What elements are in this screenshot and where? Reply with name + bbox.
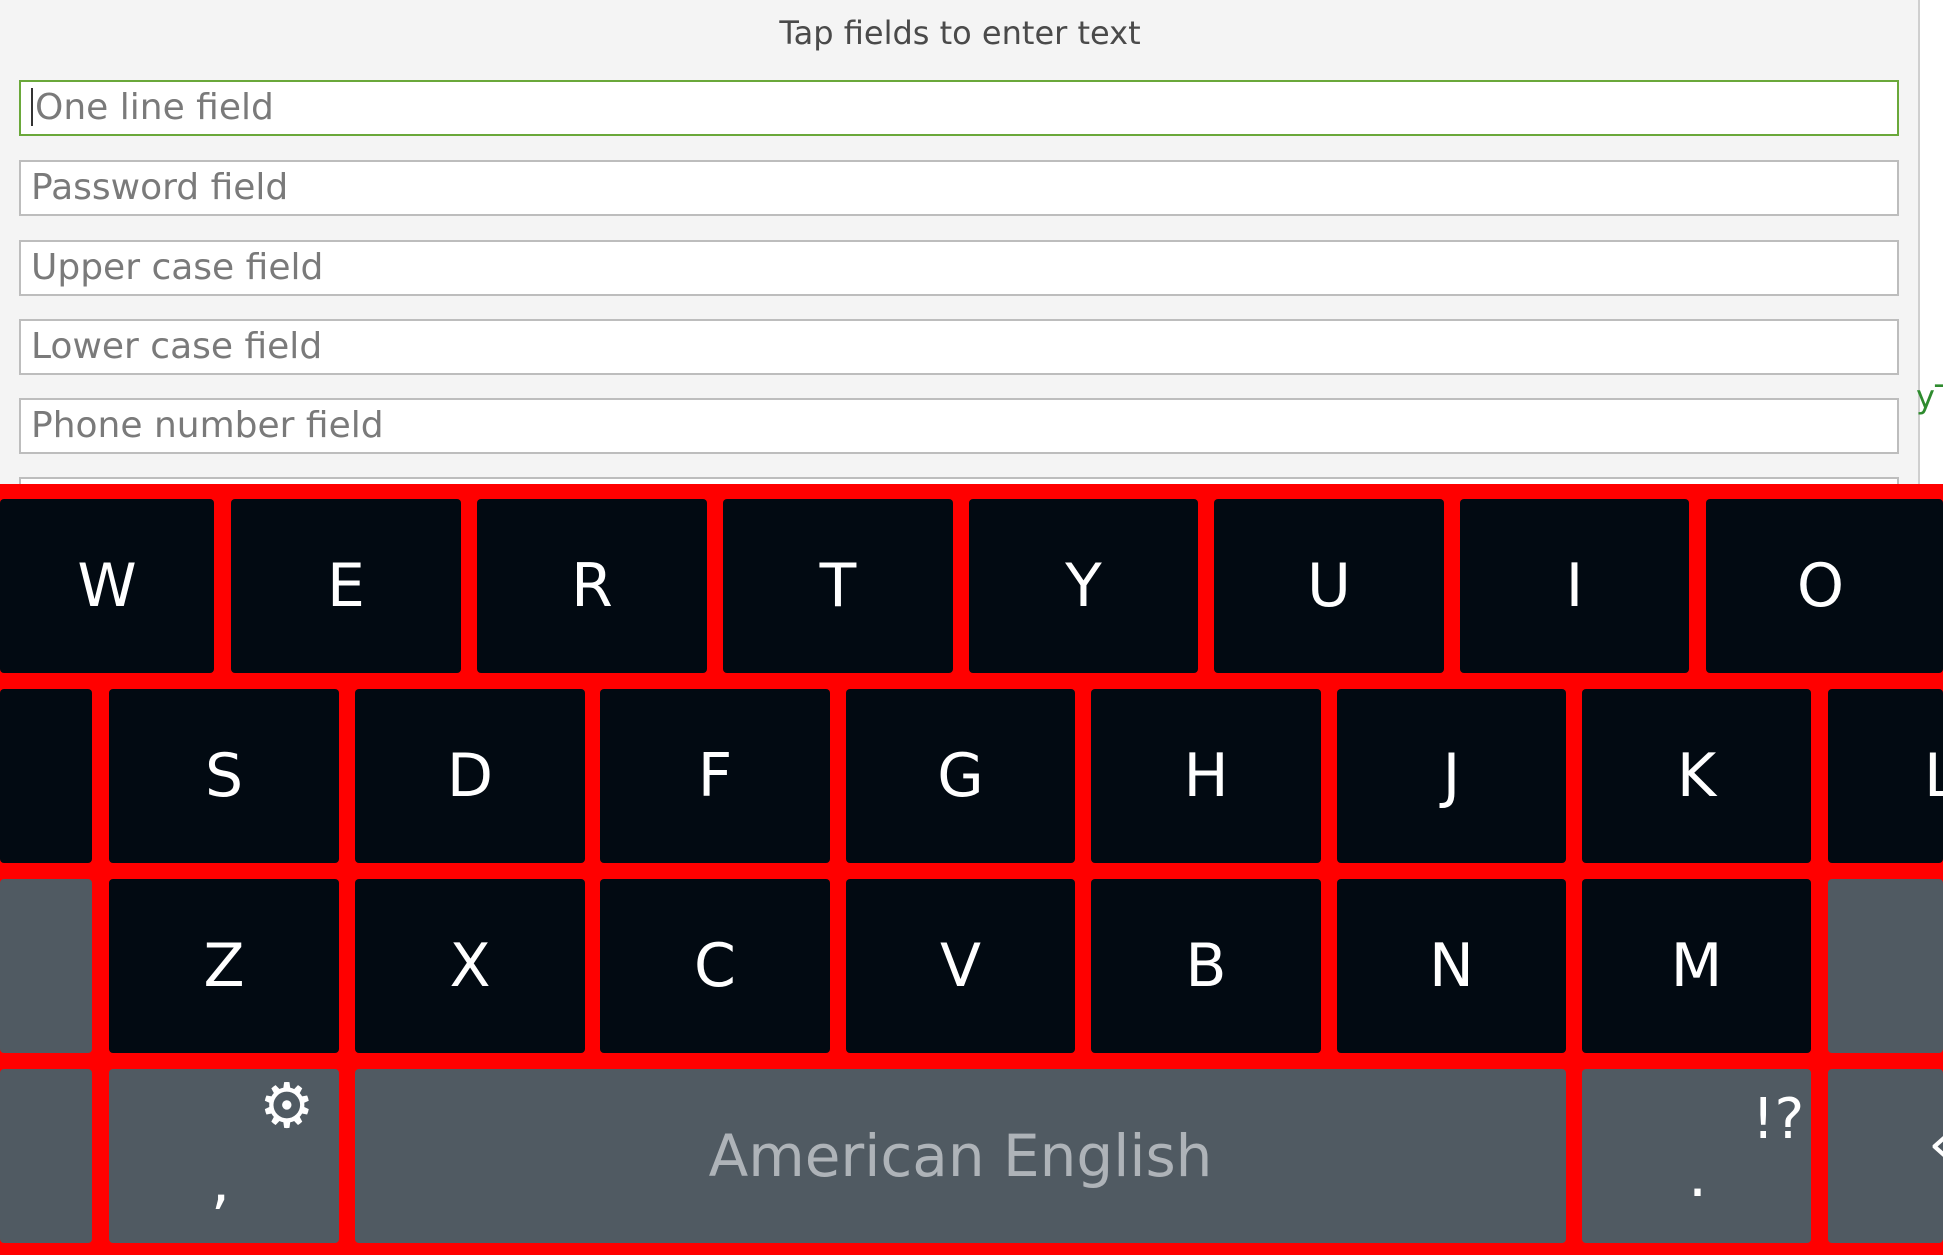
key-e[interactable]: E [231,499,461,673]
key-d[interactable]: D [355,689,585,863]
key-c[interactable]: C [600,879,830,1053]
enter-key-partial[interactable]: ‹ [1828,1069,1943,1243]
password-field[interactable]: Password field [19,160,1899,216]
key-l-partial[interactable]: L [1828,689,1943,863]
key-z[interactable]: Z [109,879,339,1053]
text-caret [31,88,33,126]
background-edge-text: yT [1916,378,1943,416]
lower-case-field[interactable]: Lower case field [19,319,1899,375]
key-w[interactable]: W [0,499,214,673]
key-k[interactable]: K [1582,689,1811,863]
phone-number-field[interactable]: Phone number field [19,398,1899,454]
one-line-field[interactable]: One line field [19,80,1899,136]
key-f[interactable]: F [600,689,830,863]
key-t[interactable]: T [723,499,953,673]
key-s[interactable]: S [109,689,339,863]
backspace-key-partial[interactable] [1828,879,1943,1053]
period-label: . [1688,1141,1708,1211]
period-punctuation-key[interactable]: !? . [1582,1069,1811,1243]
key-a-partial[interactable] [0,689,92,863]
space-bar[interactable]: American English [355,1069,1566,1243]
lower-case-field-placeholder: Lower case field [31,326,323,367]
key-r[interactable]: R [477,499,707,673]
upper-case-field[interactable]: Upper case field [19,240,1899,296]
key-h[interactable]: H [1091,689,1321,863]
next-field-partial[interactable] [19,477,1899,484]
key-u[interactable]: U [1214,499,1444,673]
shift-key-partial[interactable] [0,879,92,1053]
key-v[interactable]: V [846,879,1075,1053]
key-i[interactable]: I [1460,499,1689,673]
symbols-switch-key-partial[interactable] [0,1069,92,1243]
key-n[interactable]: N [1337,879,1566,1053]
punctuation-label: !? [1752,1087,1805,1152]
chevron-left-icon: ‹ [1928,1109,1943,1179]
key-m[interactable]: M [1582,879,1811,1053]
comma-label: , [211,1147,231,1217]
one-line-field-placeholder: One line field [35,87,274,128]
key-y[interactable]: Y [969,499,1198,673]
key-j[interactable]: J [1337,689,1566,863]
virtual-keyboard: W E R T Y U I O S D F G H J K L Z X C V … [0,484,1943,1255]
key-l-label: L [1924,741,1943,811]
app-panel: Tap fields to enter text One line field … [0,0,1920,484]
instructions-label: Tap fields to enter text [779,14,1141,52]
key-o[interactable]: O [1706,499,1943,673]
key-x[interactable]: X [355,879,585,1053]
password-field-placeholder: Password field [31,167,289,208]
phone-number-field-placeholder: Phone number field [31,405,384,446]
key-b[interactable]: B [1091,879,1321,1053]
upper-case-field-placeholder: Upper case field [31,247,324,288]
gear-icon: ⚙ [259,1069,315,1142]
key-g[interactable]: G [846,689,1075,863]
comma-settings-key[interactable]: ⚙ , [109,1069,339,1243]
